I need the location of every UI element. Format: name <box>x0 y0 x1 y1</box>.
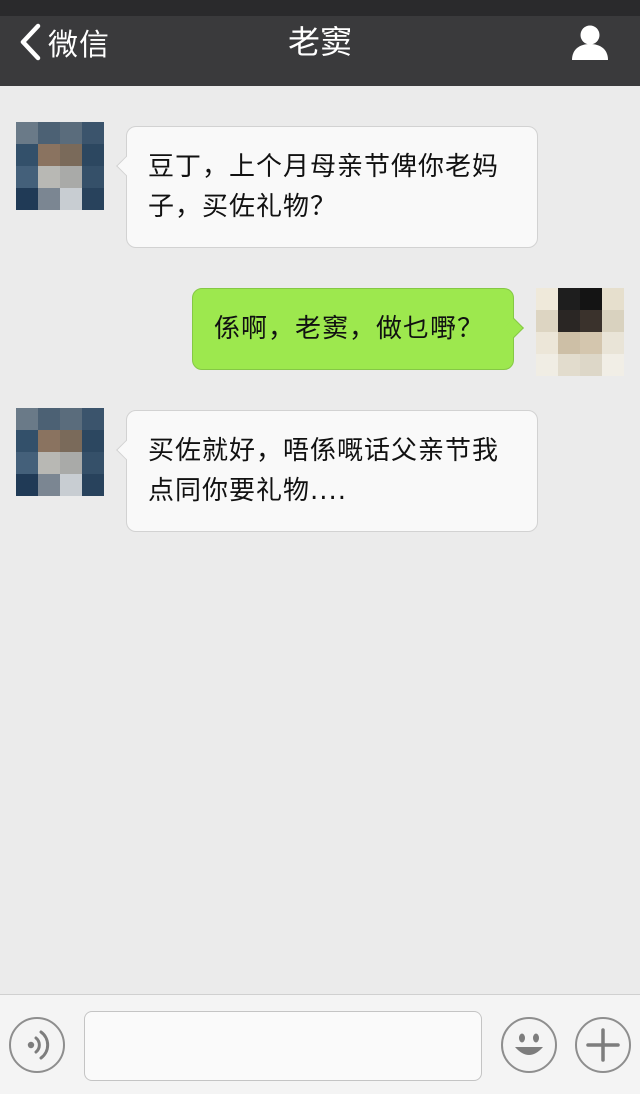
emoji-button[interactable] <box>501 1017 557 1073</box>
status-bar <box>0 0 640 16</box>
message-bubble-received[interactable]: 豆丁，上个月母亲节俾你老妈子，买佐礼物？ <box>116 126 538 248</box>
input-bar <box>0 994 640 1094</box>
my-avatar[interactable] <box>536 288 624 376</box>
person-icon <box>570 25 610 66</box>
back-button[interactable]: 微信 <box>18 22 110 63</box>
message-input[interactable] <box>84 1011 482 1081</box>
message-bubble-received[interactable]: 买佐就好，唔係嘅话父亲节我点同你要礼物.... <box>116 410 538 532</box>
voice-button[interactable] <box>9 1017 65 1073</box>
chevron-left-icon <box>18 23 42 61</box>
profile-button[interactable] <box>570 22 610 62</box>
message-text: 买佐就好，唔係嘅话父亲节我点同你要礼物.... <box>148 436 500 506</box>
voice-icon <box>11 1030 63 1075</box>
message-text: 豆丁，上个月母亲节俾你老妈子，买佐礼物？ <box>148 152 500 222</box>
contact-avatar[interactable] <box>16 122 104 210</box>
emoji-icon <box>503 1033 555 1075</box>
back-label: 微信 <box>48 28 110 63</box>
contact-avatar[interactable] <box>16 408 104 496</box>
message-bubble-sent[interactable]: 係啊，老窦，做乜嘢？ <box>192 288 524 370</box>
chat-header: 微信 老窦 <box>0 0 640 86</box>
message-text: 係啊，老窦，做乜嘢？ <box>214 314 485 344</box>
plus-icon <box>577 1028 629 1075</box>
more-button[interactable] <box>575 1017 631 1073</box>
